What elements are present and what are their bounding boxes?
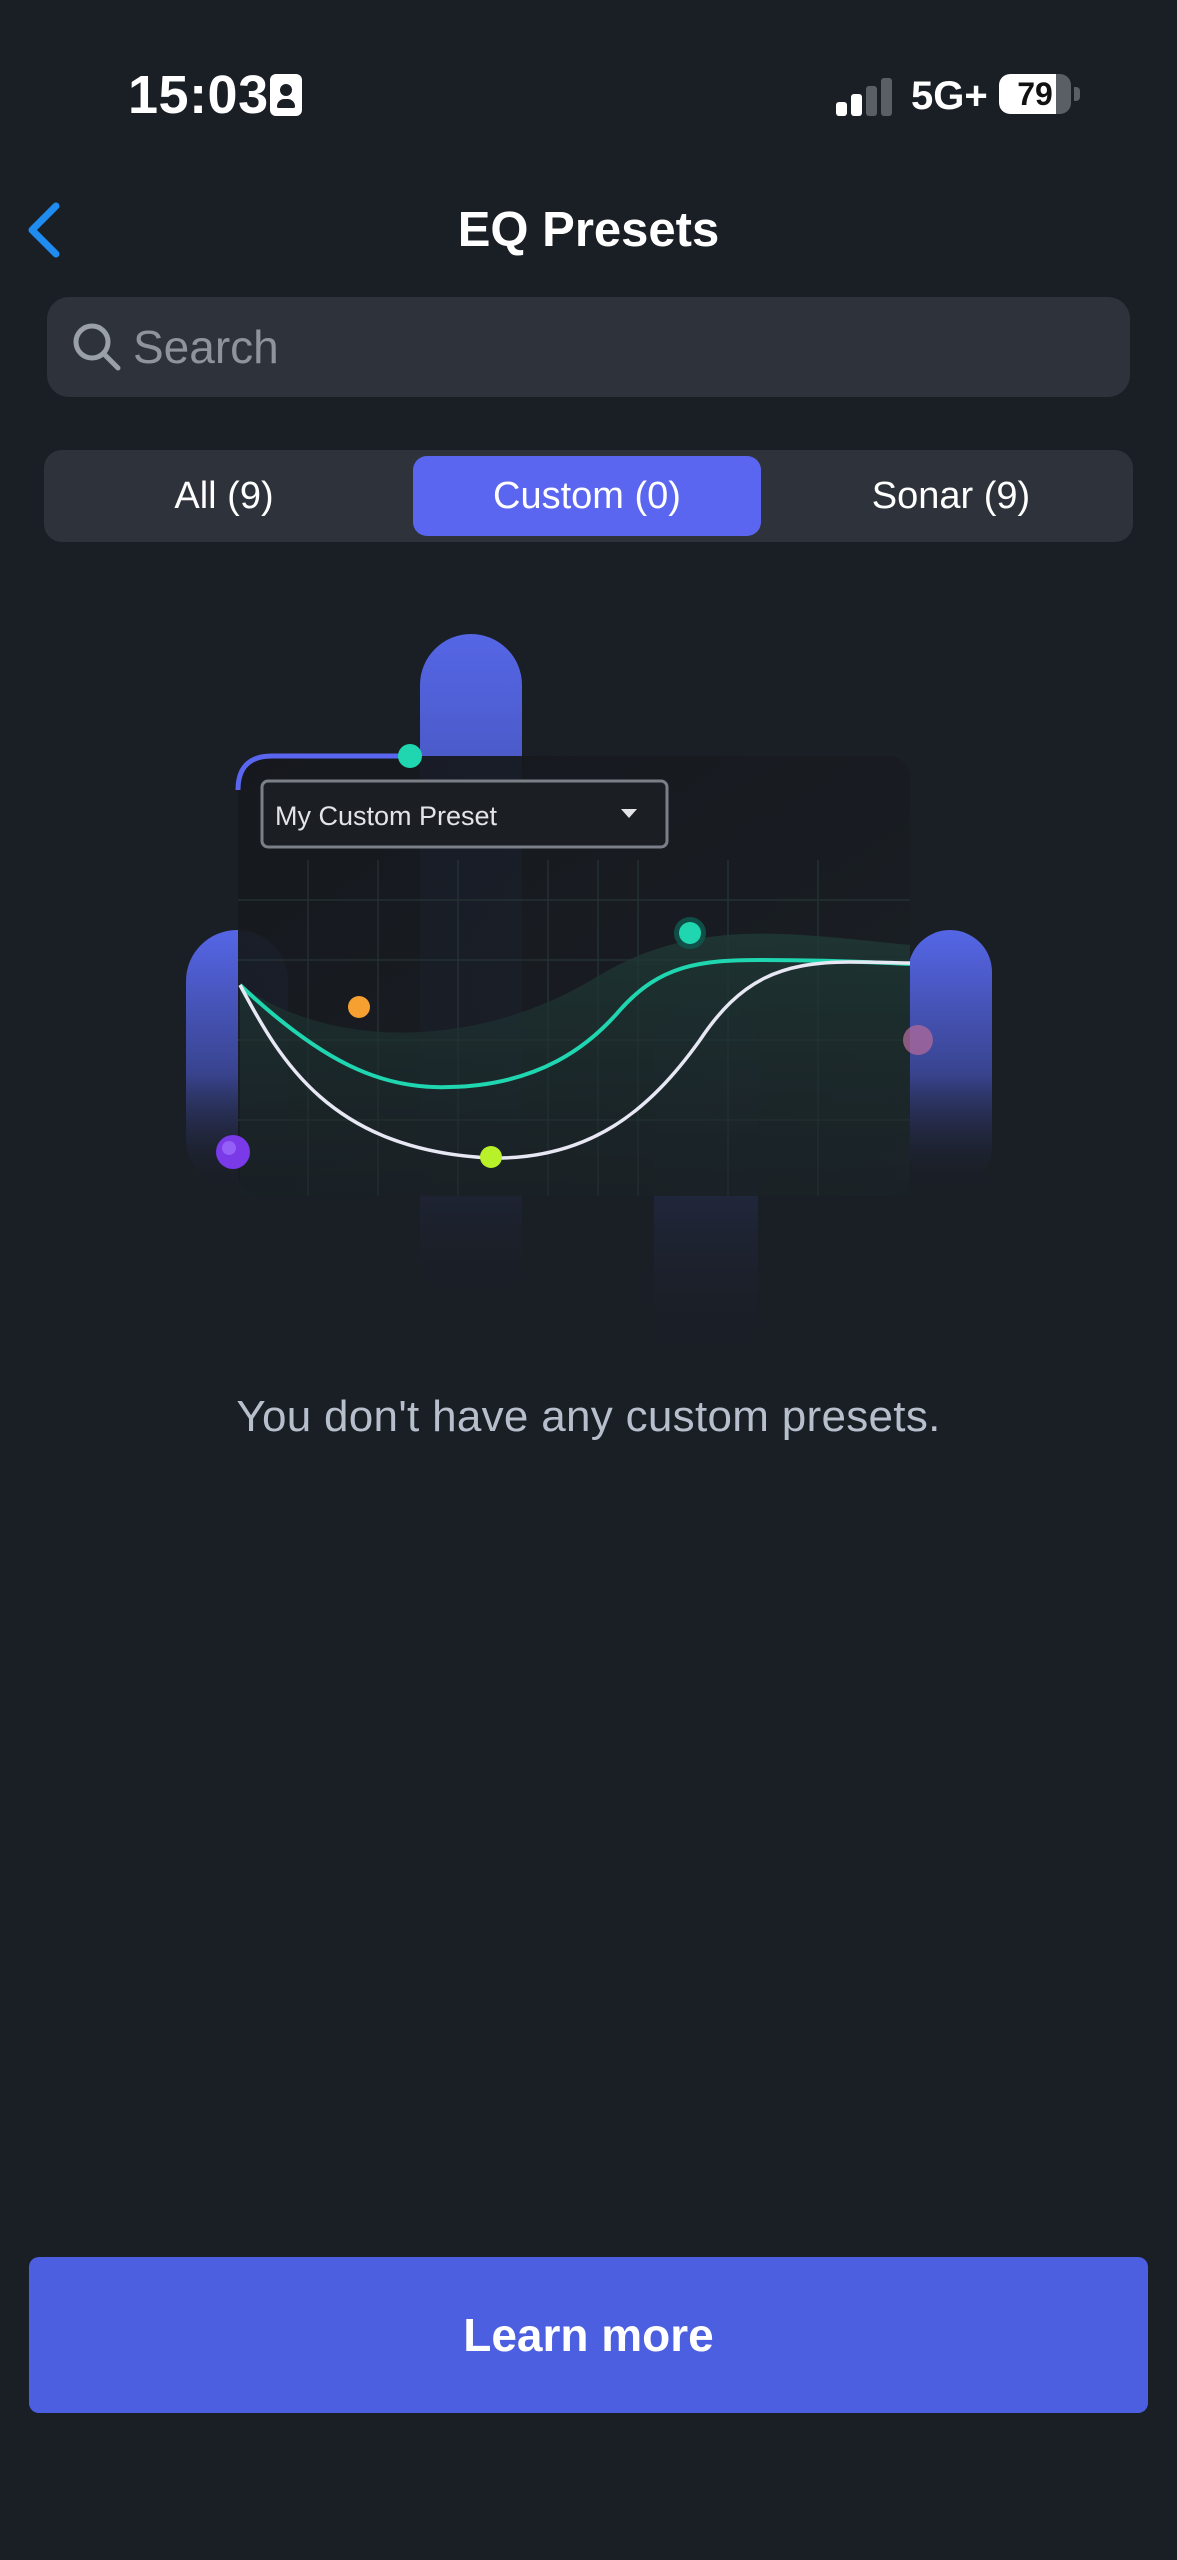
- contact-card-icon: [270, 74, 302, 116]
- tab-sonar[interactable]: Sonar (9): [774, 456, 1128, 536]
- eq-node-purple-shine: [222, 1141, 236, 1155]
- battery-tip: [1074, 87, 1080, 101]
- eq-bar: [908, 930, 992, 1190]
- preset-dropdown-label: My Custom Preset: [275, 801, 498, 831]
- battery-percentage: 79: [1017, 76, 1053, 112]
- eq-illustration: My Custom Preset: [186, 634, 992, 1360]
- cellular-signal-icon: [836, 76, 896, 116]
- status-bar: 15:03 5G+ 79: [0, 0, 1177, 190]
- screen: 15:03 5G+ 79 EQ Presets All (9) Custom: [0, 0, 1177, 2560]
- network-type: 5G+: [911, 74, 988, 118]
- search-bar[interactable]: [47, 297, 1130, 397]
- search-input[interactable]: [133, 297, 1093, 397]
- tab-custom[interactable]: Custom (0): [413, 456, 761, 536]
- battery-icon: 79: [999, 74, 1071, 114]
- eq-node-pink: [903, 1025, 933, 1055]
- empty-state-message: You don't have any custom presets.: [236, 1392, 941, 1441]
- eq-node-orange: [348, 996, 370, 1018]
- status-time: 15:03: [128, 65, 269, 125]
- search-icon: [73, 323, 121, 371]
- tab-all[interactable]: All (9): [48, 456, 400, 536]
- eq-node-teal: [679, 922, 701, 944]
- page-title: EQ Presets: [457, 203, 720, 257]
- node-dot: [398, 744, 422, 768]
- preset-filter-tabs: All (9) Custom (0) Sonar (9): [44, 450, 1133, 542]
- learn-more-button[interactable]: Learn more: [29, 2257, 1148, 2413]
- eq-node-lime: [480, 1146, 502, 1168]
